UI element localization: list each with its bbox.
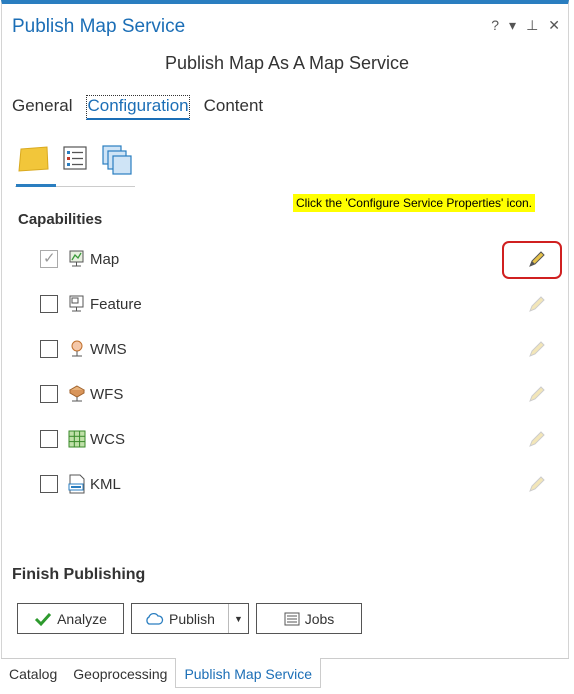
jobs-button[interactable]: Jobs (256, 603, 362, 634)
capability-label: WCS (90, 430, 125, 448)
highlight-outline (502, 241, 562, 279)
feature-checkbox[interactable] (40, 295, 58, 313)
kml-icon (68, 474, 86, 494)
publish-label: Publish (169, 610, 215, 627)
jobs-label: Jobs (304, 610, 335, 627)
bottom-dock-tabs: Catalog Geoprocessing Publish Map Servic… (1, 658, 569, 688)
map-service-icon (68, 250, 86, 268)
capability-row-feature: Feature (40, 291, 550, 317)
publish-dropdown-icon[interactable]: ▼ (228, 604, 248, 633)
capability-label: WMS (90, 340, 127, 358)
wms-icon (68, 340, 86, 358)
subtab-layers[interactable] (101, 143, 135, 179)
pencil-icon (529, 476, 545, 492)
capabilities-title: Capabilities (18, 211, 103, 228)
folder-icon (18, 146, 49, 172)
feature-service-icon (68, 295, 86, 313)
capability-label: Feature (90, 295, 142, 313)
configure-kml-properties-button[interactable] (524, 471, 550, 497)
properties-list-icon (63, 146, 87, 170)
publish-button[interactable]: Publish ▼ (131, 603, 249, 634)
capability-label: KML (90, 475, 121, 493)
checkmark-icon (35, 612, 52, 626)
pane-menu-icon[interactable]: ▾ (509, 16, 516, 34)
tab-geoprocessing[interactable]: Geoprocessing (65, 659, 175, 688)
tab-publish-map-service[interactable]: Publish Map Service (175, 658, 322, 688)
finish-publishing-buttons: Analyze Publish ▼ Jobs (17, 603, 362, 634)
pencil-icon (529, 296, 545, 312)
capability-row-wfs: WFS (40, 381, 550, 407)
instruction-callout: Click the 'Configure Service Properties'… (293, 194, 536, 212)
tab-general[interactable]: General (12, 95, 72, 120)
pin-icon[interactable]: ⊥ (526, 16, 538, 34)
pane-controls: ? ▾ ⊥ ✕ (491, 16, 560, 34)
analyze-button[interactable]: Analyze (17, 603, 124, 634)
pane-title: Publish Map Service (12, 16, 186, 37)
main-tabs: General Configuration Content (12, 95, 263, 120)
tab-configuration[interactable]: Configuration (86, 95, 190, 120)
cloud-icon (146, 612, 164, 625)
jobs-list-icon (284, 612, 300, 625)
pencil-icon (529, 431, 545, 447)
wfs-icon (68, 385, 86, 403)
help-icon[interactable]: ? (491, 16, 499, 34)
wcs-icon (68, 430, 86, 448)
finish-publishing-title: Finish Publishing (12, 566, 146, 583)
configure-wfs-properties-button[interactable] (524, 381, 550, 407)
tab-content[interactable]: Content (204, 95, 264, 120)
kml-checkbox[interactable] (40, 475, 58, 493)
configure-feature-properties-button[interactable] (524, 291, 550, 317)
layers-stack-icon (102, 145, 132, 175)
pencil-icon (529, 386, 545, 402)
analyze-label: Analyze (57, 610, 107, 627)
map-checkbox[interactable] (40, 249, 58, 268)
capability-row-map: Map (40, 246, 550, 272)
publish-main: Publish (144, 611, 215, 627)
subtab-service-properties[interactable] (61, 143, 95, 179)
capability-row-wcs: WCS (40, 426, 550, 452)
configure-wcs-properties-button[interactable] (524, 426, 550, 452)
configuration-subtabs (15, 143, 135, 187)
wfs-checkbox[interactable] (40, 385, 58, 403)
capability-row-kml: KML (40, 471, 550, 497)
configure-wms-properties-button[interactable] (524, 336, 550, 362)
pane-subtitle: Publish Map As A Map Service (164, 53, 410, 73)
capability-label: WFS (90, 385, 124, 403)
pencil-icon (529, 341, 545, 357)
capability-row-wms: WMS (40, 336, 550, 362)
subtab-general-settings[interactable] (16, 143, 56, 187)
close-icon[interactable]: ✕ (548, 16, 560, 34)
wms-checkbox[interactable] (40, 340, 58, 358)
capability-label: Map (90, 250, 120, 268)
tab-catalog[interactable]: Catalog (1, 659, 65, 688)
wcs-checkbox[interactable] (40, 430, 58, 448)
